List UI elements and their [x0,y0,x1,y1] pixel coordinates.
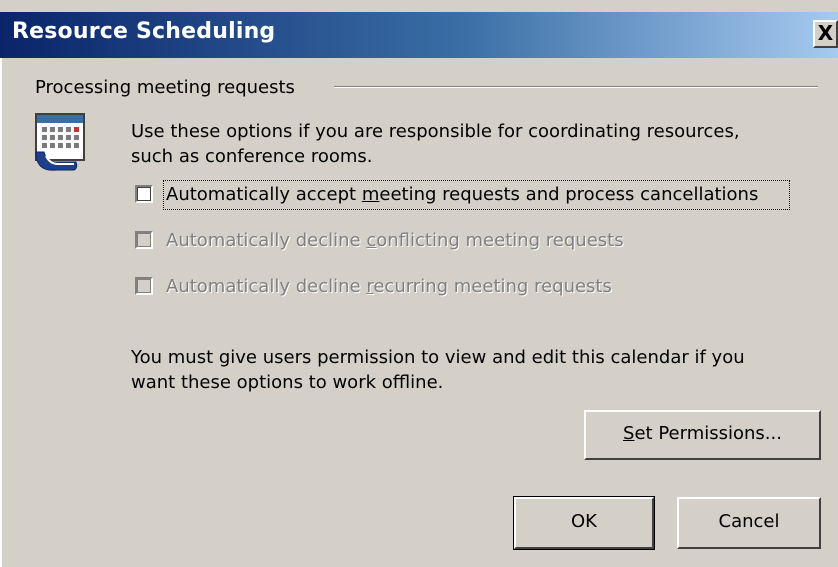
permission-notice-line-1: You must give users permission to view a… [131,347,745,368]
calendar-icon [35,113,85,171]
close-icon: X [817,21,834,45]
decline-recurring-label: Automatically decline recurring meeting … [166,276,612,297]
ok-button[interactable]: OK [514,497,654,549]
permission-notice-line-2: want these options to work offline. [131,372,444,393]
title-bar: Resource Scheduling X [0,12,838,58]
window-edge [0,58,2,567]
close-button[interactable]: X [813,20,838,48]
accept-requests-checkbox[interactable] [135,185,153,203]
accept-requests-label[interactable]: Automatically accept meeting requests an… [166,183,758,207]
description-line-2: such as conference rooms. [131,146,373,167]
cancel-button[interactable]: Cancel [677,497,821,549]
group-divider [334,86,818,88]
group-title: Processing meeting requests [35,77,295,98]
description-line-1: Use these options if you are responsible… [131,121,740,142]
window-title: Resource Scheduling [12,19,276,44]
set-permissions-button[interactable]: Set Permissions... [584,410,821,460]
decline-recurring-checkbox[interactable] [135,277,153,295]
decline-conflicting-checkbox[interactable] [135,231,153,249]
decline-conflicting-label: Automatically decline conflicting meetin… [166,230,624,251]
resource-scheduling-dialog: Resource Scheduling X Processing meeting… [0,0,838,567]
